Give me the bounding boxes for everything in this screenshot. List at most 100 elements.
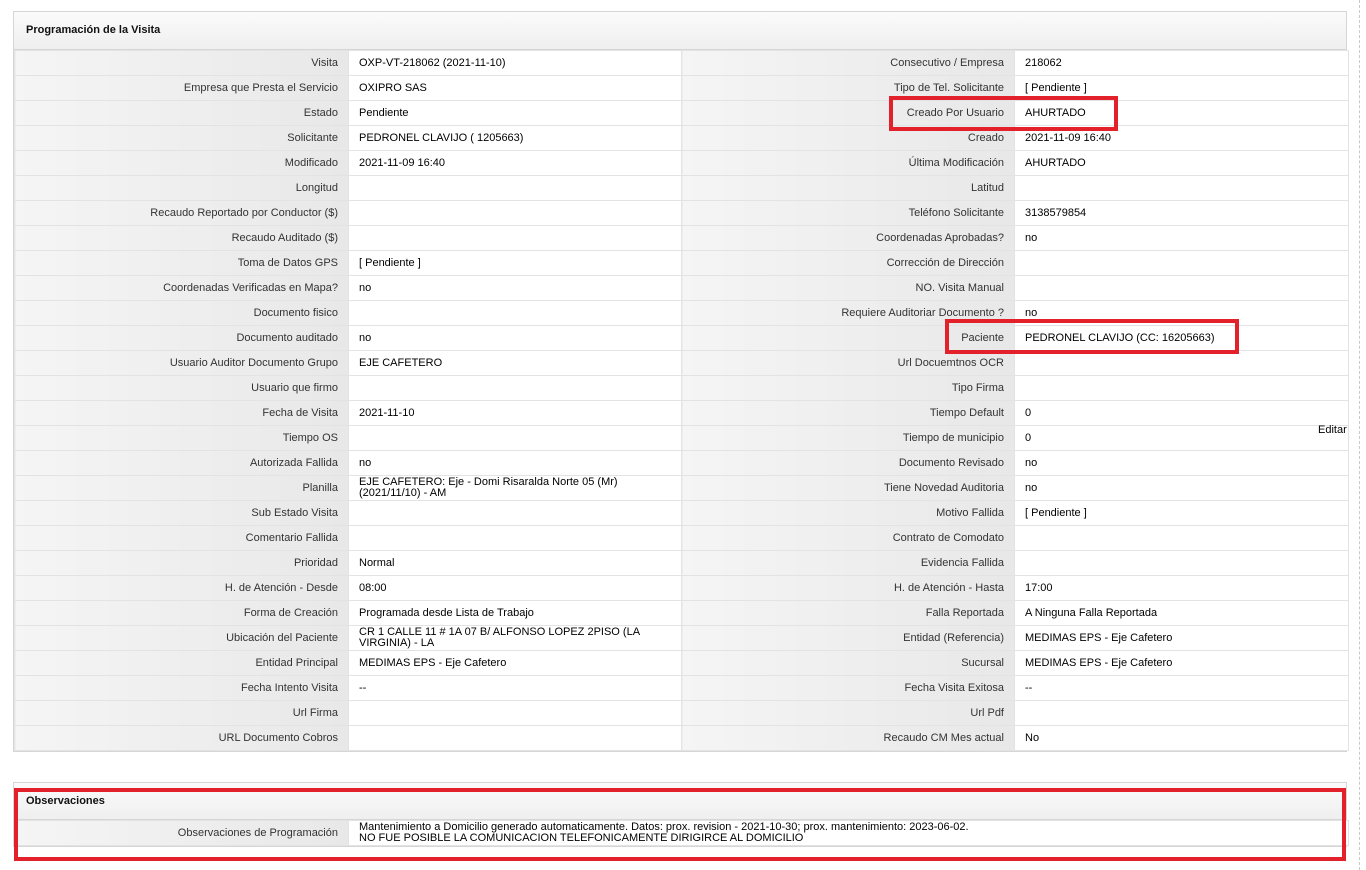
field-value <box>348 525 682 551</box>
field-label: Entidad (Referencia) <box>681 625 1015 651</box>
field-value: no <box>1014 475 1349 501</box>
field-label: Documento fisico <box>14 300 349 326</box>
field-label: Usuario Auditor Documento Grupo <box>14 350 349 376</box>
observations-value: Mantenimiento a Domicilio generado autom… <box>348 820 1349 846</box>
field-value: no <box>1014 225 1349 251</box>
field-value: no <box>1014 450 1349 476</box>
detail-row: Autorizada Fallida no Documento Revisado … <box>14 450 1349 476</box>
field-value: PEDRONEL CLAVIJO ( 1205663) <box>348 125 682 151</box>
field-value <box>1014 550 1349 576</box>
field-value <box>348 175 682 201</box>
section-title: Programación de la Visita <box>14 12 1346 50</box>
field-label: Documento auditado <box>14 325 349 351</box>
field-value <box>348 300 682 326</box>
field-label: Modificado <box>14 150 349 176</box>
edit-link[interactable]: Editar <box>1318 424 1347 436</box>
field-value: 2021-11-10 <box>348 400 682 426</box>
visit-details-table: Visita OXP-VT-218062 (2021-11-10) Consecut… <box>14 50 1349 751</box>
observations-label: Observaciones de Programación <box>14 820 349 846</box>
field-value: EJE CAFETERO <box>348 350 682 376</box>
field-value: MEDIMAS EPS - Eje Cafetero <box>348 650 682 676</box>
field-value <box>1014 175 1349 201</box>
detail-row: Usuario Auditor Documento Grupo EJE CAFET… <box>14 350 1349 376</box>
detail-row: Visita OXP-VT-218062 (2021-11-10) Consecut… <box>14 50 1349 76</box>
detail-row: Forma de Creación Programada desde Lista … <box>14 600 1349 626</box>
field-value <box>348 500 682 526</box>
field-label: Corrección de Dirección <box>681 250 1015 276</box>
field-label: H. de Atención - Desde <box>14 575 349 601</box>
field-value: 218062 <box>1014 50 1349 76</box>
field-value: 3138579854 <box>1014 200 1349 226</box>
field-label: Evidencia Fallida <box>681 550 1015 576</box>
field-value <box>1014 525 1349 551</box>
field-label: Estado <box>14 100 349 126</box>
detail-row: Solicitante PEDRONEL CLAVIJO ( 1205663) Cr… <box>14 125 1349 151</box>
observations-title: Observaciones <box>14 783 1346 820</box>
detail-row: Usuario que firmo Tipo Firma <box>14 375 1349 401</box>
field-value: no <box>348 450 682 476</box>
detail-row: Documento fisico Requiere Auditoriar Docu… <box>14 300 1349 326</box>
field-value <box>348 375 682 401</box>
field-label: Latitud <box>681 175 1015 201</box>
field-value <box>1014 250 1349 276</box>
field-label: Tipo Firma <box>681 375 1015 401</box>
field-label: Sub Estado Visita <box>14 500 349 526</box>
field-label: Ubicación del Paciente <box>14 625 349 651</box>
field-value: MEDIMAS EPS - Eje Cafetero <box>1014 625 1349 651</box>
field-label: Requiere Auditoriar Documento ? <box>681 300 1015 326</box>
field-value: AHURTADO <box>1014 100 1349 126</box>
field-label: Url Pdf <box>681 700 1015 726</box>
field-value: -- <box>1014 675 1349 701</box>
observations-panel: Observaciones Observaciones de Programac… <box>13 782 1349 847</box>
detail-row: Tiempo OS Tiempo de municipio 0 <box>14 425 1349 451</box>
field-label: H. de Atención - Hasta <box>681 575 1015 601</box>
field-label: Tipo de Tel. Solicitante <box>681 75 1015 101</box>
detail-row: Estado Pendiente Creado Por Usuario AHURTAD… <box>14 100 1349 126</box>
field-value <box>1014 275 1349 301</box>
field-value: Programada desde Lista de Trabajo <box>348 600 682 626</box>
field-value <box>1014 700 1349 726</box>
field-label: Entidad Principal <box>14 650 349 676</box>
field-value: [ Pendiente ] <box>1014 75 1349 101</box>
field-label: Visita <box>14 50 349 76</box>
detail-row: Fecha Intento Visita -- Fecha Visita Exit… <box>14 675 1349 701</box>
observations-line-2: NO FUE POSIBLE LA COMUNICACION TELEFONIC… <box>359 832 804 844</box>
detail-row: Documento auditado no Paciente PEDRONEL CL… <box>14 325 1349 351</box>
field-label: Usuario que firmo <box>14 375 349 401</box>
field-value <box>1014 350 1349 376</box>
field-value: Pendiente <box>348 100 682 126</box>
field-label: Planilla <box>14 475 349 501</box>
field-label: Recaudo Reportado por Conductor ($) <box>14 200 349 226</box>
field-value: no <box>348 325 682 351</box>
field-value: 0 <box>1014 400 1349 426</box>
field-value <box>348 425 682 451</box>
field-label: URL Documento Cobros <box>14 725 349 751</box>
field-label: Url Docuemtnos OCR <box>681 350 1015 376</box>
field-value: no <box>348 275 682 301</box>
detail-row: Url Firma Url Pdf <box>14 700 1349 726</box>
field-value: [ Pendiente ] <box>1014 500 1349 526</box>
field-value: 0 <box>1014 425 1349 451</box>
field-label: Fecha de Visita <box>14 400 349 426</box>
field-label: Tiempo Default <box>681 400 1015 426</box>
page-right-border <box>1359 0 1360 870</box>
field-label: Toma de Datos GPS <box>14 250 349 276</box>
field-value <box>348 225 682 251</box>
detail-row: Toma de Datos GPS[ Pendiente ] Corrección… <box>14 250 1349 276</box>
field-label: Falla Reportada <box>681 600 1015 626</box>
field-value: OXP-VT-218062 (2021-11-10) <box>348 50 682 76</box>
detail-row: Empresa que Presta el Servicio OXIPRO SAS… <box>14 75 1349 101</box>
field-value <box>1014 375 1349 401</box>
detail-row: Entidad Principal MEDIMAS EPS - Eje Cafet… <box>14 650 1349 676</box>
field-label: Fecha Visita Exitosa <box>681 675 1015 701</box>
field-value: no <box>1014 300 1349 326</box>
field-label: Motivo Fallida <box>681 500 1015 526</box>
field-value: OXIPRO SAS <box>348 75 682 101</box>
field-label: Tiempo OS <box>14 425 349 451</box>
field-label: Prioridad <box>14 550 349 576</box>
field-label: Creado <box>681 125 1015 151</box>
field-value <box>348 725 682 751</box>
detail-row: H. de Atención - Desde 08:00 H. de Atenció… <box>14 575 1349 601</box>
field-value: 08:00 <box>348 575 682 601</box>
detail-row: Sub Estado Visita Motivo Fallida[ Pendien… <box>14 500 1349 526</box>
